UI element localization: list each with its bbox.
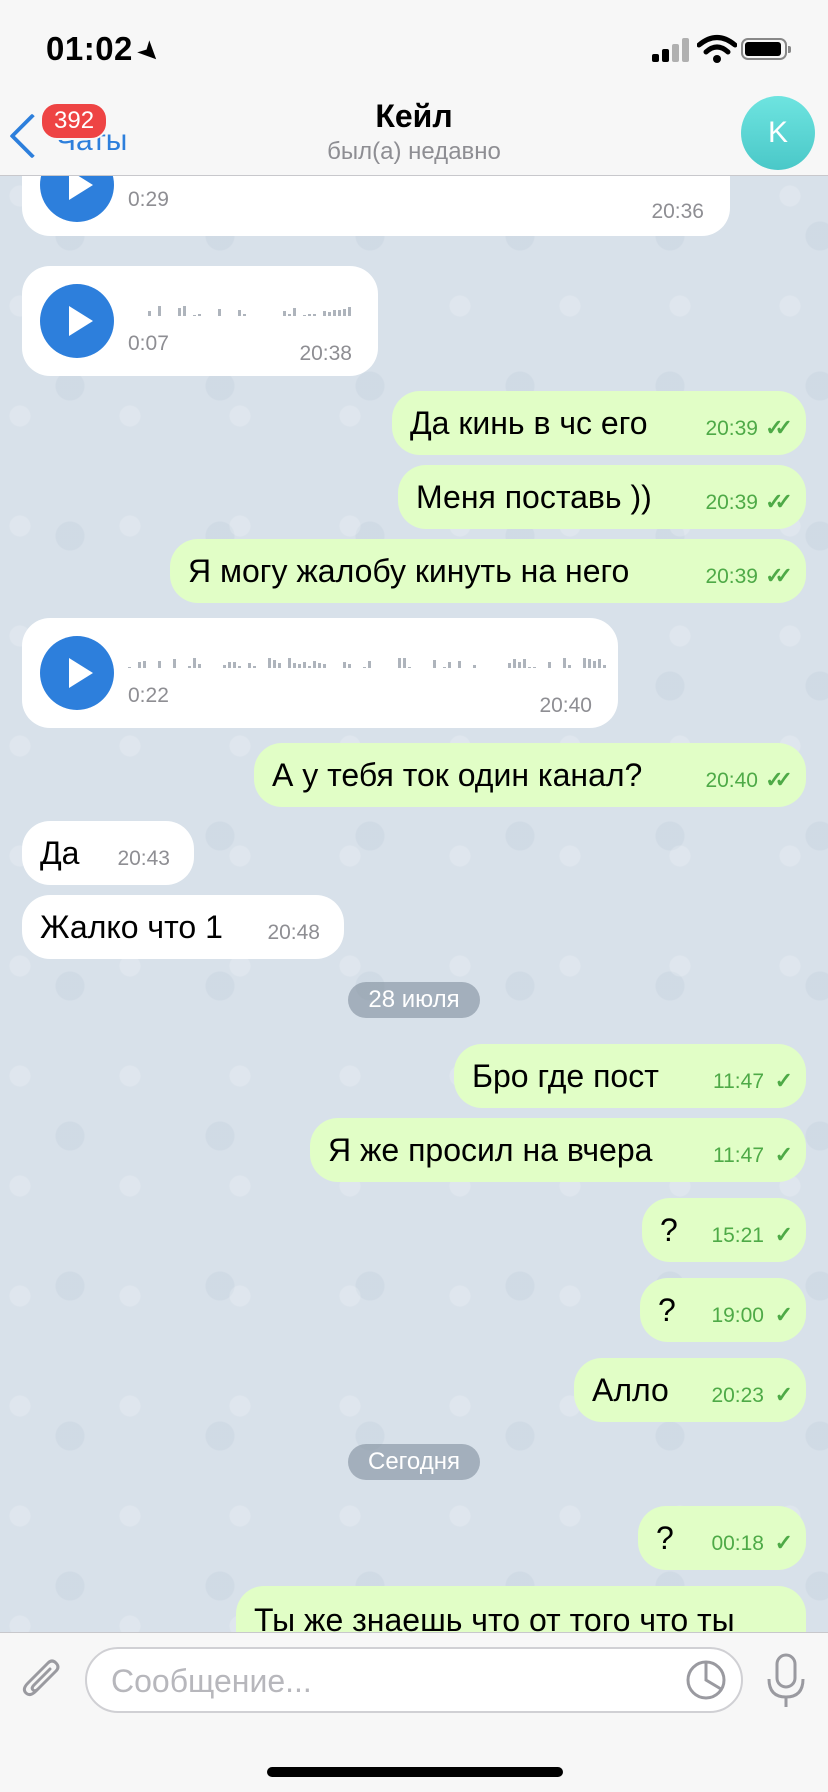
- battery-icon: [741, 38, 791, 60]
- voice-message[interactable]: 0:29 20:36: [22, 176, 730, 236]
- message-text: Я же просил на вчера: [328, 1132, 653, 1168]
- voice-duration: 0:07: [128, 332, 169, 355]
- play-icon[interactable]: [40, 636, 114, 710]
- voice-duration: 0:29: [128, 188, 169, 211]
- voice-message[interactable]: 0:07 20:38: [22, 266, 378, 376]
- message-list[interactable]: 0:29 20:36 0:07 20:38 Да кинь в чс его 2…: [0, 176, 828, 1632]
- status-bar: 01:02➤: [0, 0, 828, 90]
- message-time: 20:40: [539, 694, 592, 717]
- message-text: ?: [660, 1212, 678, 1248]
- message-bubble[interactable]: Алло 20:23 ✓: [574, 1358, 806, 1422]
- message-text: Жалко что 1: [40, 909, 223, 945]
- message-bubble[interactable]: ? 15:21 ✓: [642, 1198, 806, 1262]
- double-check-icon: ✓✓: [765, 767, 793, 792]
- message-text: Бро где пост: [472, 1058, 659, 1094]
- chat-title[interactable]: Кейл: [0, 98, 828, 135]
- double-check-icon: ✓✓: [765, 415, 793, 440]
- waveform: [128, 292, 364, 316]
- location-arrow-icon: ➤: [132, 35, 167, 70]
- message-input[interactable]: Сообщение...: [85, 1647, 743, 1713]
- message-bubble[interactable]: Я же просил на вчера 11:47 ✓: [310, 1118, 806, 1182]
- message-bubble[interactable]: Бро где пост 11:47 ✓: [454, 1044, 806, 1108]
- message-placeholder: Сообщение...: [111, 1663, 312, 1699]
- check-icon: ✓: [774, 1222, 794, 1247]
- message-text: Меня поставь )): [416, 479, 652, 515]
- message-text: А у тебя ток один канал?: [272, 757, 643, 793]
- play-icon[interactable]: [40, 176, 114, 222]
- voice-duration: 0:22: [128, 684, 169, 707]
- voice-message[interactable]: 0:22 20:40: [22, 618, 618, 728]
- microphone-icon[interactable]: [764, 1651, 808, 1711]
- message-time: 20:23: [711, 1384, 764, 1407]
- check-icon: ✓: [774, 1382, 794, 1407]
- avatar[interactable]: K: [741, 96, 815, 170]
- message-time: 20:39: [705, 565, 758, 588]
- message-bubble[interactable]: Меня поставь )) 20:39 ✓✓: [398, 465, 806, 529]
- check-icon: ✓: [774, 1068, 794, 1093]
- message-text: Я могу жалобу кинуть на него: [188, 553, 630, 589]
- message-bubble[interactable]: Да 20:43: [22, 821, 194, 885]
- signal-icon: [652, 38, 690, 62]
- message-bubble[interactable]: Да кинь в чс его 20:39 ✓✓: [392, 391, 806, 455]
- message-time: 00:18: [711, 1532, 764, 1555]
- double-check-icon: ✓✓: [765, 563, 793, 588]
- date-separator: 28 июля: [348, 982, 480, 1018]
- message-bubble[interactable]: ? 00:18 ✓: [638, 1506, 806, 1570]
- message-text: Да: [40, 835, 80, 871]
- message-text: Ты же знаешь что от того что ты: [254, 1602, 735, 1632]
- message-time: 20:38: [299, 342, 352, 365]
- message-bubble[interactable]: ? 19:00 ✓: [640, 1278, 806, 1342]
- home-indicator: [267, 1767, 563, 1777]
- chat-header: Чаты 392 Кейл был(а) недавно K: [0, 90, 828, 176]
- message-time: 20:39: [705, 491, 758, 514]
- status-time: 01:02➤: [46, 30, 166, 69]
- message-text: Алло: [592, 1372, 669, 1408]
- message-time: 20:39: [705, 417, 758, 440]
- check-icon: ✓: [774, 1142, 794, 1167]
- play-icon[interactable]: [40, 284, 114, 358]
- message-bubble[interactable]: Я могу жалобу кинуть на него 20:39 ✓✓: [170, 539, 806, 603]
- check-icon: ✓: [774, 1530, 794, 1555]
- message-time: 11:47: [713, 1144, 764, 1167]
- double-check-icon: ✓✓: [765, 489, 793, 514]
- message-time: 20:43: [117, 847, 170, 870]
- message-time: 20:48: [267, 921, 320, 944]
- message-text: ?: [658, 1292, 676, 1328]
- clock-text: 01:02: [46, 30, 133, 67]
- message-bubble[interactable]: Ты же знаешь что от того что ты: [236, 1586, 806, 1632]
- date-separator: Сегодня: [348, 1444, 480, 1480]
- wifi-icon: [697, 35, 737, 63]
- message-bubble[interactable]: Жалко что 1 20:48: [22, 895, 344, 959]
- message-text: Да кинь в чс его: [410, 405, 648, 441]
- check-icon: ✓: [774, 1302, 794, 1327]
- message-time: 15:21: [711, 1224, 764, 1247]
- composer: Сообщение...: [0, 1632, 828, 1792]
- message-time: 20:40: [705, 769, 758, 792]
- sticker-icon[interactable]: [685, 1659, 727, 1701]
- chat-status: был(а) недавно: [327, 138, 501, 165]
- message-bubble[interactable]: А у тебя ток один канал? 20:40 ✓✓: [254, 743, 806, 807]
- waveform: [128, 644, 616, 668]
- message-time: 20:36: [651, 200, 704, 223]
- message-text: ?: [656, 1520, 674, 1556]
- message-time: 11:47: [713, 1070, 764, 1093]
- message-time: 19:00: [711, 1304, 764, 1327]
- paperclip-icon[interactable]: [20, 1655, 64, 1705]
